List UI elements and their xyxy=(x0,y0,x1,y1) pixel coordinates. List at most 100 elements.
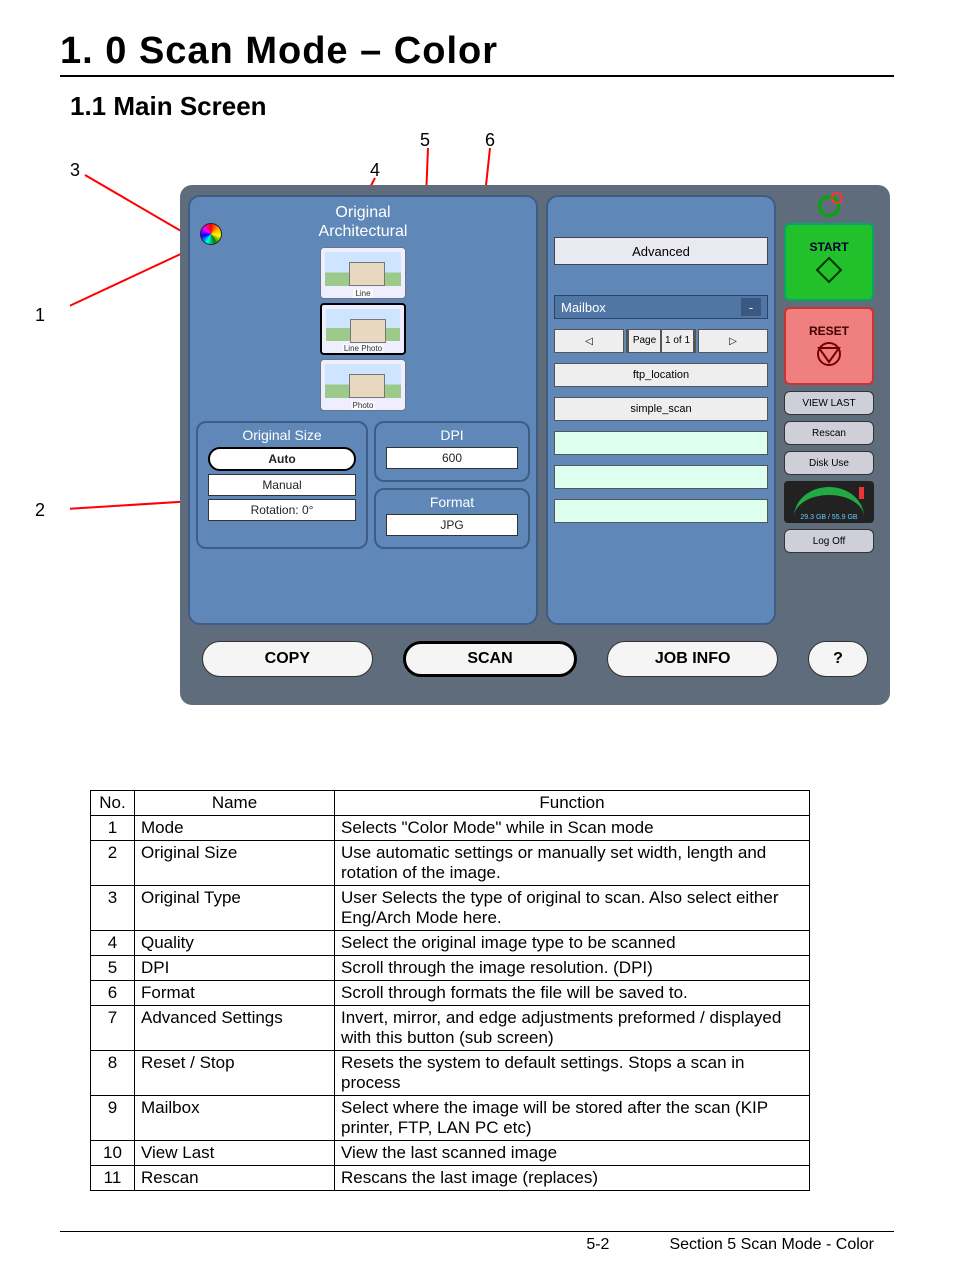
cell-func: Selects "Color Mode" while in Scan mode xyxy=(335,816,810,841)
cell-name: DPI xyxy=(135,956,335,981)
callout-3: 3 xyxy=(70,160,80,181)
scanner-screen: Original Architectural Line Line Photo P… xyxy=(180,185,890,705)
cell-name: Mode xyxy=(135,816,335,841)
cell-no: 4 xyxy=(91,931,135,956)
mailbox-header[interactable]: Mailbox - xyxy=(554,295,768,319)
disk-use-button[interactable]: Disk Use xyxy=(784,451,874,475)
cell-name: Original Type xyxy=(135,886,335,931)
page-footer: 5-2 Section 5 Scan Mode - Color xyxy=(60,1231,894,1254)
mailbox-location-simple[interactable]: simple_scan xyxy=(554,397,768,421)
table-row: 6FormatScroll through formats the file w… xyxy=(91,981,810,1006)
cell-no: 8 xyxy=(91,1051,135,1096)
cell-func: Resets the system to default settings. S… xyxy=(335,1051,810,1096)
mailbox-title: Mailbox xyxy=(561,300,606,315)
nav-scan-button[interactable]: SCAN xyxy=(403,641,578,677)
table-row: 11RescanRescans the last image (replaces… xyxy=(91,1166,810,1191)
cell-func: Invert, mirror, and edge adjustments pre… xyxy=(335,1006,810,1051)
start-icon xyxy=(815,256,843,284)
cell-func: Scroll through formats the file will be … xyxy=(335,981,810,1006)
callout-1: 1 xyxy=(35,305,45,326)
cell-no: 3 xyxy=(91,886,135,931)
page-title: 1. 0 Scan Mode – Color xyxy=(60,30,894,77)
original-size-title: Original Size xyxy=(204,427,360,443)
table-row: 8Reset / StopResets the system to defaul… xyxy=(91,1051,810,1096)
page-indicator: Page 1 of 1 xyxy=(626,329,696,353)
cell-no: 11 xyxy=(91,1166,135,1191)
table-row: 7Advanced SettingsInvert, mirror, and ed… xyxy=(91,1006,810,1051)
bottom-nav: COPY SCAN JOB INFO ? xyxy=(188,635,882,683)
page-next-button[interactable]: ▷ xyxy=(698,329,768,353)
cell-name: View Last xyxy=(135,1141,335,1166)
mailbox-location-empty-2[interactable] xyxy=(554,465,768,489)
view-last-button[interactable]: VIEW LAST xyxy=(784,391,874,415)
status-ring-icon xyxy=(818,195,840,217)
page-prev-button[interactable]: ◁ xyxy=(554,329,624,353)
dpi-value-button[interactable]: 600 xyxy=(386,447,518,469)
cell-no: 6 xyxy=(91,981,135,1006)
side-button-column: START RESET VIEW LAST Rescan Disk Use 29… xyxy=(784,195,874,625)
mailbox-location-ftp[interactable]: ftp_location xyxy=(554,363,768,387)
original-title-2: Architectural xyxy=(196,222,530,241)
cell-func: View the last scanned image xyxy=(335,1141,810,1166)
dpi-panel: DPI 600 xyxy=(374,421,530,482)
reset-icon xyxy=(815,340,843,368)
th-name: Name xyxy=(135,791,335,816)
quality-thumbs: Line Line Photo Photo xyxy=(196,247,530,411)
rotation-button[interactable]: Rotation: 0° xyxy=(208,499,356,521)
cell-name: Format xyxy=(135,981,335,1006)
nav-jobinfo-button[interactable]: JOB INFO xyxy=(607,641,778,677)
mailbox-pager: ◁ Page 1 of 1 ▷ xyxy=(554,329,768,353)
cell-no: 9 xyxy=(91,1096,135,1141)
start-button[interactable]: START xyxy=(784,223,874,301)
cell-name: Rescan xyxy=(135,1166,335,1191)
advanced-button[interactable]: Advanced xyxy=(554,237,768,265)
cell-no: 5 xyxy=(91,956,135,981)
rescan-button[interactable]: Rescan xyxy=(784,421,874,445)
cell-name: Advanced Settings xyxy=(135,1006,335,1051)
cell-func: Select the original image type to be sca… xyxy=(335,931,810,956)
table-row: 2Original SizeUse automatic settings or … xyxy=(91,841,810,886)
annotated-screenshot: 5 6 3 4 7 1 8 9 10 2 11 xyxy=(70,130,894,730)
cell-name: Quality xyxy=(135,931,335,956)
size-manual-button[interactable]: Manual xyxy=(208,474,356,496)
format-value-button[interactable]: JPG xyxy=(386,514,518,536)
callout-4: 4 xyxy=(370,160,380,181)
cell-no: 7 xyxy=(91,1006,135,1051)
cell-func: Scroll through the image resolution. (DP… xyxy=(335,956,810,981)
size-auto-button[interactable]: Auto xyxy=(208,447,356,471)
dpi-title: DPI xyxy=(382,427,522,443)
log-off-button[interactable]: Log Off xyxy=(784,529,874,553)
thumb-line-photo[interactable]: Line Photo xyxy=(320,303,406,355)
cell-func: Select where the image will be stored af… xyxy=(335,1096,810,1141)
reference-table: No. Name Function 1ModeSelects "Color Mo… xyxy=(90,790,810,1191)
callout-2: 2 xyxy=(35,500,45,521)
cell-name: Mailbox xyxy=(135,1096,335,1141)
cell-name: Original Size xyxy=(135,841,335,886)
reset-button[interactable]: RESET xyxy=(784,307,874,385)
table-row: 1ModeSelects "Color Mode" while in Scan … xyxy=(91,816,810,841)
cell-name: Reset / Stop xyxy=(135,1051,335,1096)
mailbox-collapse-icon[interactable]: - xyxy=(741,298,761,316)
cell-func: Use automatic settings or manually set w… xyxy=(335,841,810,886)
format-title: Format xyxy=(382,494,522,510)
table-row: 5DPIScroll through the image resolution.… xyxy=(91,956,810,981)
table-row: 3Original TypeUser Selects the type of o… xyxy=(91,886,810,931)
original-size-panel: Original Size Auto Manual Rotation: 0° xyxy=(196,421,368,549)
callout-6: 6 xyxy=(485,130,495,151)
section-heading: 1.1 Main Screen xyxy=(70,91,894,122)
mailbox-location-empty-3[interactable] xyxy=(554,499,768,523)
disk-gauge: 29.3 GB / 55.9 GB xyxy=(784,481,874,523)
cell-no: 2 xyxy=(91,841,135,886)
table-row: 10View LastView the last scanned image xyxy=(91,1141,810,1166)
callout-5: 5 xyxy=(420,130,430,151)
nav-copy-button[interactable]: COPY xyxy=(202,641,373,677)
cell-no: 10 xyxy=(91,1141,135,1166)
nav-help-button[interactable]: ? xyxy=(808,641,868,677)
table-row: 4QualitySelect the original image type t… xyxy=(91,931,810,956)
thumb-line[interactable]: Line xyxy=(320,247,406,299)
thumb-photo[interactable]: Photo xyxy=(320,359,406,411)
color-mode-icon[interactable] xyxy=(200,223,222,245)
mailbox-location-empty-1[interactable] xyxy=(554,431,768,455)
original-panel: Original Architectural Line Line Photo P… xyxy=(188,195,538,625)
th-no: No. xyxy=(91,791,135,816)
